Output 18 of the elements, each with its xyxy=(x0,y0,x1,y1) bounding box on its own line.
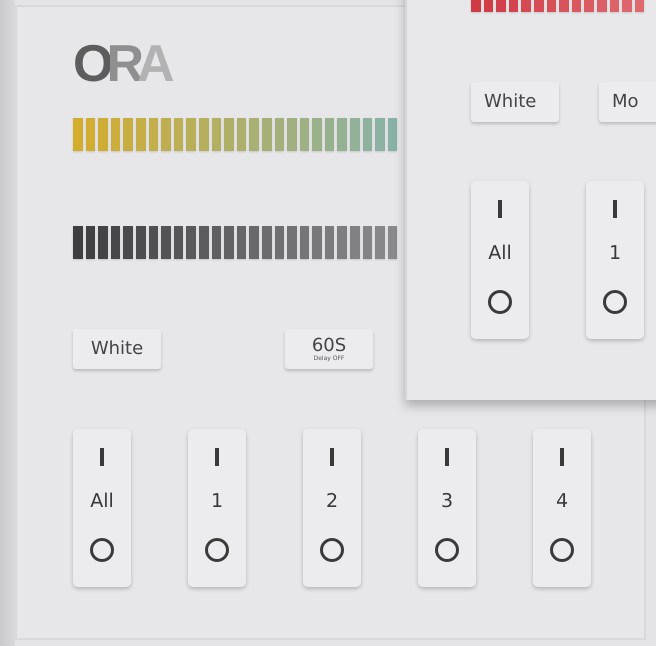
light-key[interactable]: 2 xyxy=(303,429,361,587)
light-key[interactable]: All xyxy=(471,181,529,339)
logo: ORA xyxy=(73,38,175,90)
mode-button[interactable]: White xyxy=(471,82,559,122)
light-key[interactable]: 1 xyxy=(586,181,644,339)
light-key[interactable]: 3 xyxy=(418,429,476,587)
light-key[interactable]: 1 xyxy=(188,429,246,587)
off-circle-icon xyxy=(320,538,344,562)
off-circle-icon xyxy=(90,538,114,562)
light-key[interactable]: 4 xyxy=(533,429,591,587)
off-circle-icon xyxy=(488,290,512,314)
off-circle-icon xyxy=(435,538,459,562)
mode-button[interactable]: Mo xyxy=(599,82,656,122)
off-circle-icon xyxy=(603,290,627,314)
off-circle-icon xyxy=(550,538,574,562)
mode-button[interactable]: White xyxy=(73,329,161,369)
light-key[interactable]: All xyxy=(73,429,131,587)
off-circle-icon xyxy=(205,538,229,562)
